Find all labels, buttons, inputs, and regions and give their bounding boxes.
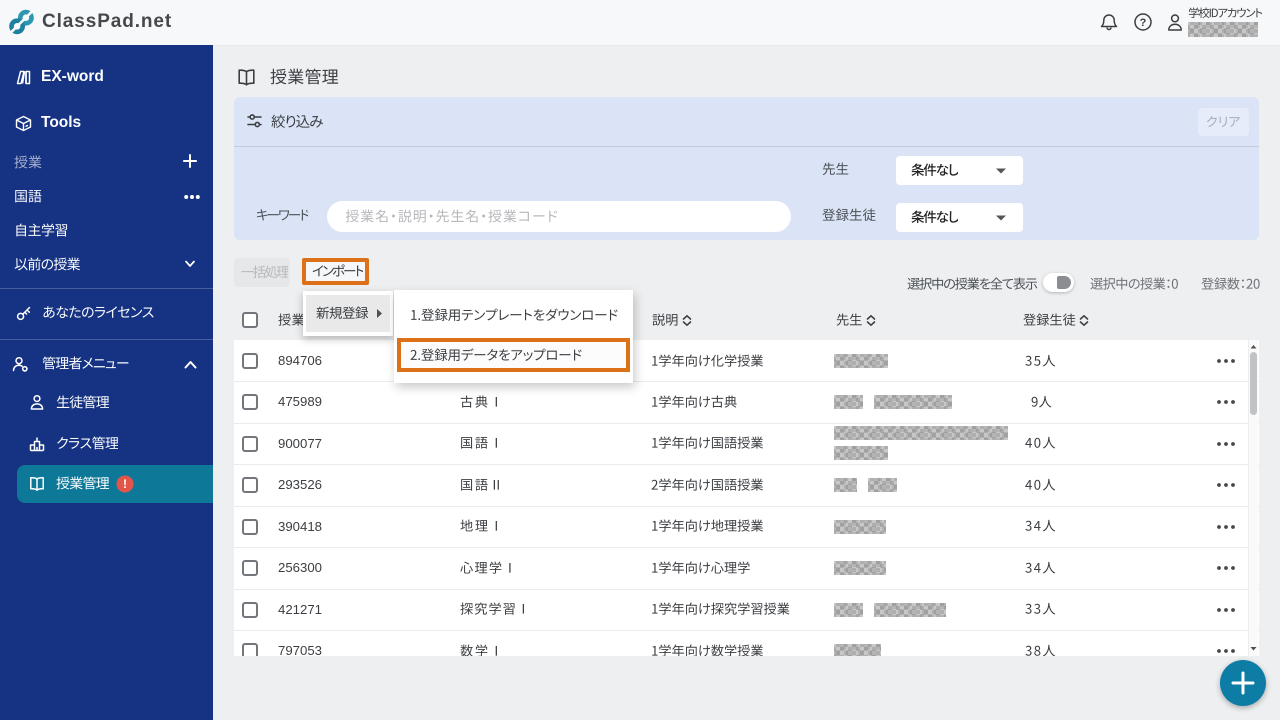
svg-text:!: ! xyxy=(123,477,127,491)
svg-text:?: ? xyxy=(1140,17,1147,29)
